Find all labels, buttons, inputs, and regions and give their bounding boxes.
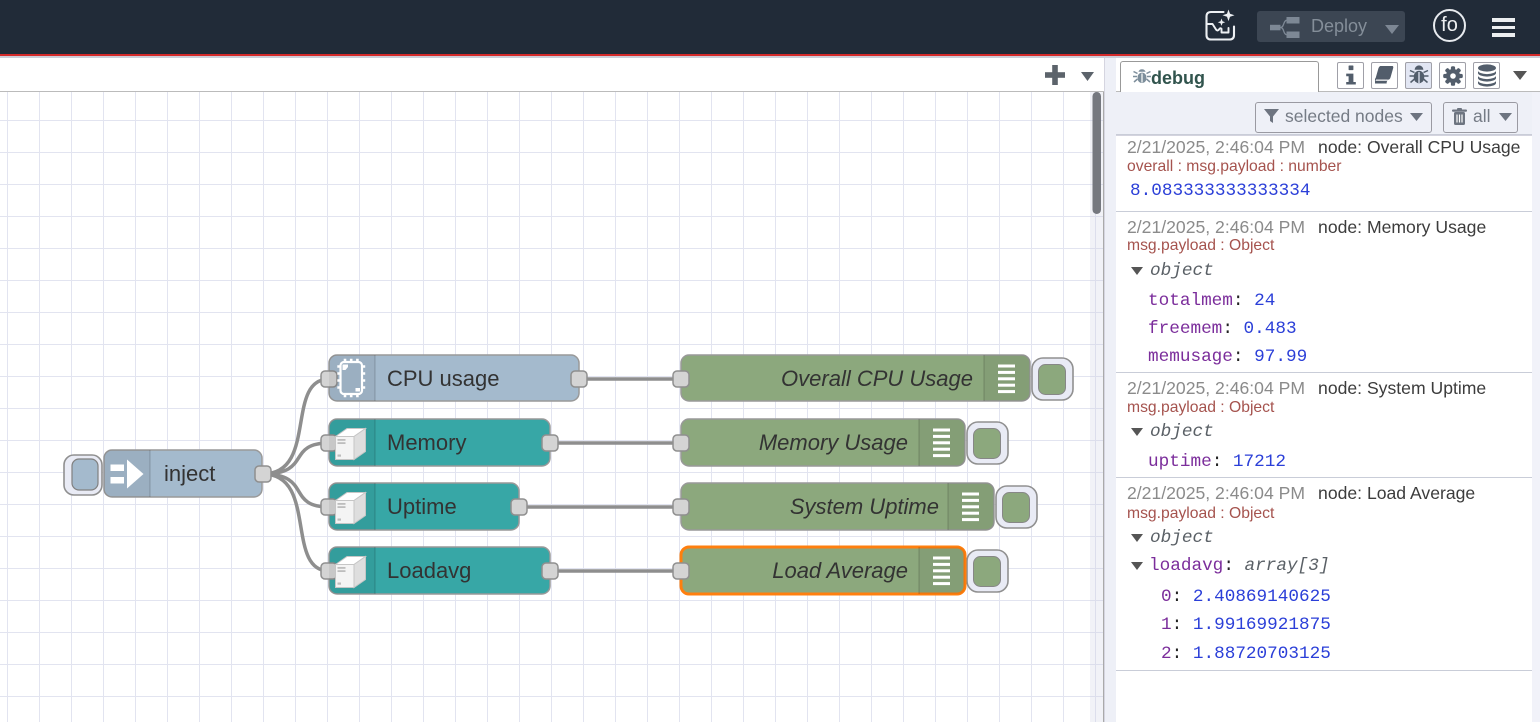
svg-text:inject: inject	[164, 461, 215, 486]
svg-text:Loadavg: Loadavg	[387, 558, 471, 583]
svg-text:Uptime: Uptime	[387, 494, 457, 519]
svg-text:Load Average: Load Average	[772, 558, 908, 583]
svg-text:Memory: Memory	[387, 430, 466, 455]
svg-text:System Uptime: System Uptime	[790, 494, 939, 519]
svg-text:CPU usage: CPU usage	[387, 366, 500, 391]
svg-text:Overall CPU Usage: Overall CPU Usage	[781, 366, 973, 391]
svg-text:Memory Usage: Memory Usage	[759, 430, 908, 455]
